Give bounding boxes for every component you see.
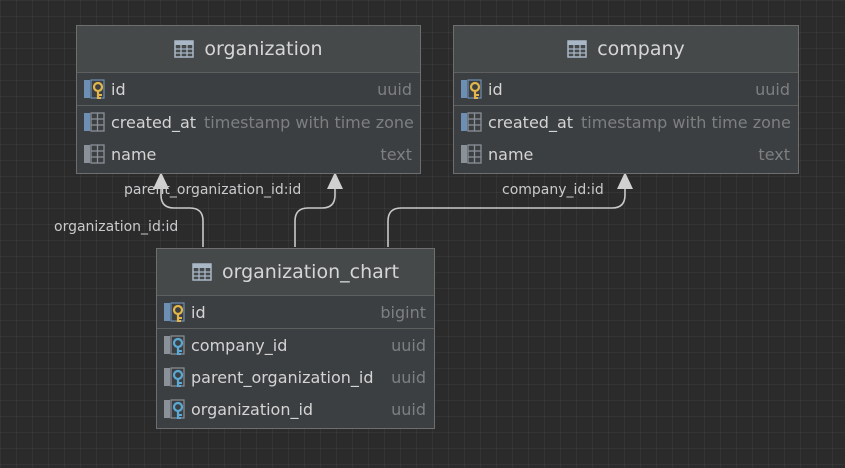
column-type: bigint [380, 302, 426, 322]
column-row[interactable]: id uuid [77, 73, 420, 105]
column-type: text [380, 144, 412, 164]
column-icon [83, 110, 107, 134]
columns-section: company_id uuid parent_organization_id u… [157, 329, 434, 425]
column-row[interactable]: id uuid [454, 73, 798, 105]
primary-key-icon [163, 300, 187, 324]
column-row[interactable]: organization_id uuid [157, 393, 434, 425]
column-icon [460, 110, 484, 134]
column-name: created_at [488, 112, 574, 132]
foreign-key-icon [163, 397, 187, 421]
table-header[interactable]: organization_chart [157, 249, 434, 296]
column-row[interactable]: created_at timestamp with time zone [77, 106, 420, 138]
column-row[interactable]: created_at timestamp with time zone [454, 106, 798, 138]
key-columns-section: id uuid [77, 73, 420, 106]
link-label-company: company_id:id [502, 182, 604, 198]
column-name: id [191, 302, 206, 322]
column-type: timestamp with time zone [204, 112, 414, 132]
column-icon [83, 142, 107, 166]
primary-key-icon [83, 77, 107, 101]
table-icon [192, 263, 212, 281]
columns-section: created_at timestamp with time zone name… [454, 106, 798, 170]
column-row[interactable]: id bigint [157, 296, 434, 328]
column-icon [460, 142, 484, 166]
key-columns-section: id uuid [454, 73, 798, 106]
link-label-organization: organization_id:id [54, 219, 179, 235]
column-type: uuid [755, 79, 790, 99]
column-name: created_at [111, 112, 197, 132]
table-header[interactable]: organization [77, 26, 420, 73]
table-icon [174, 40, 195, 58]
column-type: timestamp with time zone [581, 112, 791, 132]
column-row[interactable]: parent_organization_id uuid [157, 361, 434, 393]
table-icon [567, 40, 587, 58]
column-name: id [488, 79, 503, 99]
table-title: organization [204, 38, 323, 60]
column-name: company_id [191, 335, 288, 355]
table-organization[interactable]: organization id uuid created_at timestam… [76, 25, 421, 174]
column-row[interactable]: company_id uuid [157, 329, 434, 361]
column-type: uuid [391, 335, 426, 355]
column-name: id [111, 79, 126, 99]
table-organization-chart[interactable]: organization_chart id bigint company_id … [156, 248, 435, 429]
arrowhead-company [617, 172, 633, 189]
link-label-parent-organization: parent_organization_id:id [124, 182, 302, 198]
column-name: name [111, 144, 157, 164]
table-title: organization_chart [221, 261, 400, 283]
column-row[interactable]: name text [77, 138, 420, 170]
table-header[interactable]: company [454, 26, 798, 73]
column-type: uuid [391, 367, 426, 387]
column-type: uuid [377, 79, 412, 99]
column-type: text [758, 144, 790, 164]
foreign-key-icon [163, 365, 187, 389]
key-columns-section: id bigint [157, 296, 434, 329]
columns-section: created_at timestamp with time zone name… [77, 106, 420, 170]
primary-key-icon [460, 77, 484, 101]
column-row[interactable]: name text [454, 138, 798, 170]
table-title: company [597, 38, 685, 60]
column-name: parent_organization_id [191, 367, 374, 387]
column-name: organization_id [191, 399, 314, 419]
arrowhead-parent-organization [327, 172, 343, 189]
column-type: uuid [391, 399, 426, 419]
table-company[interactable]: company id uuid created_at timestamp wit… [453, 25, 799, 174]
column-name: name [488, 144, 534, 164]
foreign-key-icon [163, 333, 187, 357]
